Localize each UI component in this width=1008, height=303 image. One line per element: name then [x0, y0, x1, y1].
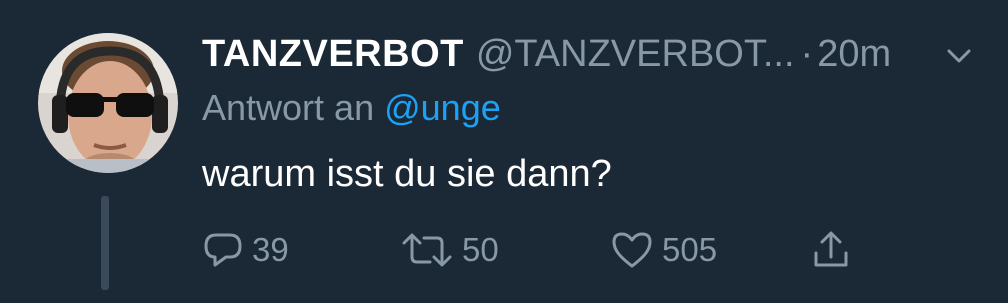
like-button[interactable]: 505 — [610, 220, 717, 280]
display-name[interactable]: TANZVERBOT — [202, 33, 464, 75]
avatar-image — [38, 33, 178, 173]
timestamp[interactable]: 20m — [817, 33, 891, 75]
tweet-header: TANZVERBOT @TANZVERBOT... · 20m — [202, 26, 962, 82]
retweet-button[interactable]: 50 — [400, 220, 499, 280]
share-button[interactable] — [810, 220, 852, 280]
user-handle[interactable]: @TANZVERBOT... — [476, 33, 795, 75]
separator-dot: · — [800, 33, 814, 75]
reply-count: 39 — [252, 231, 289, 268]
tweet[interactable]: TANZVERBOT @TANZVERBOT... · 20m Antwort an … — [0, 0, 1008, 303]
like-count: 505 — [662, 231, 718, 268]
chevron-down-icon[interactable] — [944, 46, 974, 66]
tweet-text: warum isst du sie dann? — [202, 153, 612, 195]
reply-mention-link[interactable]: @unge — [384, 87, 501, 128]
reply-button[interactable]: 39 — [202, 220, 289, 280]
heart-icon — [612, 232, 652, 268]
share-icon — [814, 231, 848, 267]
retweet-count: 50 — [462, 231, 499, 268]
action-bar: 39 50 505 — [0, 220, 1008, 280]
retweet-icon — [402, 233, 452, 267]
reply-context: Antwort an @unge — [202, 84, 501, 132]
reply-icon — [204, 233, 242, 267]
reply-prefix: Antwort an — [202, 87, 375, 128]
avatar[interactable] — [38, 33, 178, 173]
